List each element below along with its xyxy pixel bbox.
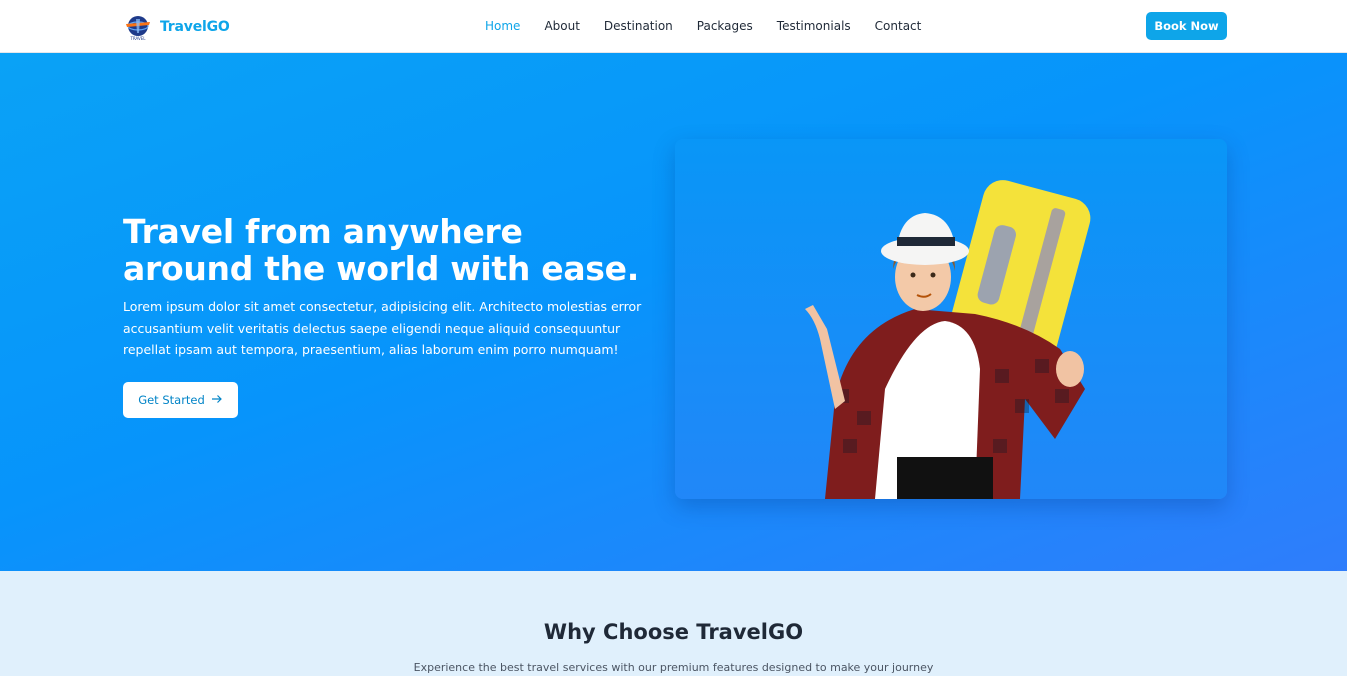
hero-image-traveler — [675, 139, 1227, 499]
hero-description: Lorem ipsum dolor sit amet consectetur, … — [123, 299, 642, 357]
section-description: Experience the best travel services with… — [413, 661, 934, 674]
svg-text:TRAVEL: TRAVEL — [129, 36, 146, 41]
globe-plane-logo-icon: TRAVEL — [123, 13, 153, 41]
get-started-label: Get Started — [138, 393, 205, 407]
navbar: TRAVEL TravelGO Home About Destination P… — [0, 0, 1347, 53]
brand-name: TravelGO — [160, 19, 230, 35]
brand[interactable]: TRAVEL TravelGO — [123, 12, 230, 42]
why-choose-section: Why Choose TravelGO Experience the best … — [0, 571, 1347, 676]
main-nav: Home About Destination Packages Testimon… — [473, 18, 933, 35]
arrow-right-icon — [211, 393, 223, 407]
hero-section: Travel from anywhere around the world wi… — [0, 53, 1347, 571]
nav-item-testimonials[interactable]: Testimonials — [765, 18, 863, 35]
section-title: Why Choose TravelGO — [543, 620, 804, 644]
nav-item-about[interactable]: About — [532, 18, 591, 35]
hero-title: Travel from anywhere around the world wi… — [123, 212, 639, 288]
nav-item-destination[interactable]: Destination — [592, 18, 685, 35]
get-started-button[interactable]: Get Started — [123, 382, 238, 418]
nav-item-home[interactable]: Home — [473, 18, 532, 35]
book-now-button[interactable]: Book Now — [1146, 12, 1227, 40]
nav-item-packages[interactable]: Packages — [685, 18, 765, 35]
nav-item-contact[interactable]: Contact — [863, 18, 934, 35]
